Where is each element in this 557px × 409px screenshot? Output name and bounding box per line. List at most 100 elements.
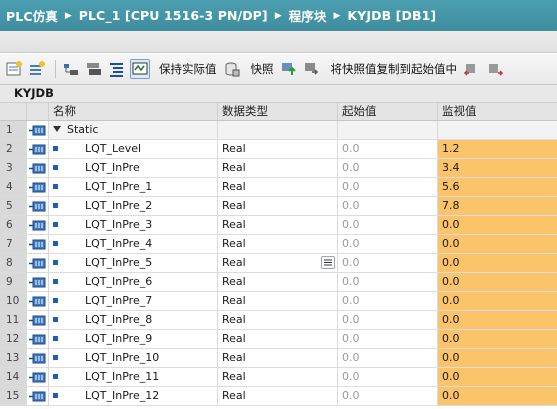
collapse-all-icon[interactable]	[84, 59, 104, 79]
monitor-value-cell[interactable]: 1.2	[438, 140, 557, 158]
table-row[interactable]: 14 LQT_InPre_11 Real 0.0 0.0	[0, 368, 557, 387]
table-row[interactable]: 11 LQT_InPre_8 Real 0.0 0.0	[0, 311, 557, 330]
breadcrumb-item-plc-sim[interactable]: PLC仿真	[6, 6, 58, 25]
name-cell[interactable]: LQT_InPre_1	[49, 178, 218, 196]
monitor-value-cell[interactable]: 0.0	[438, 254, 557, 272]
start-value-cell[interactable]: 0.0	[338, 159, 438, 177]
data-type-cell[interactable]	[218, 121, 338, 139]
row-number[interactable]: 5	[0, 197, 27, 215]
monitor-all-icon[interactable]	[130, 59, 150, 79]
column-header-type[interactable]: 数据类型	[218, 103, 338, 120]
row-number[interactable]: 10	[0, 292, 27, 310]
monitor-value-cell[interactable]: 3.4	[438, 159, 557, 177]
table-row[interactable]: 8 LQT_InPre_5 Real 0.0 0.0	[0, 254, 557, 273]
show-structure-icon[interactable]	[107, 59, 127, 79]
table-row[interactable]: 9 LQT_InPre_6 Real 0.0 0.0	[0, 273, 557, 292]
row-number[interactable]: 11	[0, 311, 27, 329]
table-row[interactable]: 13 LQT_InPre_10 Real 0.0 0.0	[0, 349, 557, 368]
table-row[interactable]: 12 LQT_InPre_9 Real 0.0 0.0	[0, 330, 557, 349]
data-type-cell[interactable]: Real	[218, 330, 338, 348]
data-type-cell[interactable]: Real	[218, 216, 338, 234]
data-type-cell[interactable]: Real	[218, 254, 338, 272]
column-header-monitor[interactable]: 监视值	[438, 103, 557, 120]
add-row-icon[interactable]	[27, 59, 47, 79]
monitor-value-cell[interactable]: 7.8	[438, 197, 557, 215]
name-cell[interactable]: LQT_InPre_10	[49, 349, 218, 367]
table-row[interactable]: 5 LQT_InPre_2 Real 0.0 7.8	[0, 197, 557, 216]
name-cell[interactable]: LQT_InPre_3	[49, 216, 218, 234]
insert-row-icon[interactable]	[4, 59, 24, 79]
table-row-static[interactable]: 1 Static	[0, 121, 557, 140]
table-row[interactable]: 6 LQT_InPre_3 Real 0.0 0.0	[0, 216, 557, 235]
column-header-start[interactable]: 起始值	[338, 103, 438, 120]
monitor-value-cell[interactable]: 0.0	[438, 292, 557, 310]
table-row[interactable]: 4 LQT_InPre_1 Real 0.0 5.6	[0, 178, 557, 197]
breadcrumb-item-db[interactable]: KYJDB [DB1]	[347, 8, 436, 23]
name-cell[interactable]: LQT_InPre_12	[49, 387, 218, 405]
monitor-value-cell[interactable]: 0.0	[438, 311, 557, 329]
monitor-value-cell[interactable]: 0.0	[438, 235, 557, 253]
start-value-cell[interactable]: 0.0	[338, 235, 438, 253]
row-number[interactable]: 15	[0, 387, 27, 405]
copy-snapshot-to-start-button[interactable]: 将快照值复制到起始值中	[331, 61, 458, 77]
row-number[interactable]: 9	[0, 273, 27, 291]
row-number[interactable]: 14	[0, 368, 27, 386]
row-number[interactable]: 6	[0, 216, 27, 234]
row-number[interactable]: 13	[0, 349, 27, 367]
data-type-cell[interactable]: Real	[218, 292, 338, 310]
name-cell[interactable]: LQT_InPre_6	[49, 273, 218, 291]
start-value-cell[interactable]: 0.0	[338, 216, 438, 234]
monitor-value-cell[interactable]: 0.0	[438, 368, 557, 386]
row-number[interactable]: 8	[0, 254, 27, 272]
data-type-cell[interactable]: Real	[218, 349, 338, 367]
monitor-value-cell[interactable]	[438, 121, 557, 139]
copy-snapshot-icon[interactable]	[302, 59, 322, 79]
start-value-cell[interactable]: 0.0	[338, 330, 438, 348]
start-value-cell[interactable]: 0.0	[338, 349, 438, 367]
table-row[interactable]: 15 LQT_InPre_12 Real 0.0 0.0	[0, 387, 557, 406]
name-cell[interactable]: LQT_InPre_4	[49, 235, 218, 253]
table-row[interactable]: 3 LQT_InPre Real 0.0 3.4	[0, 159, 557, 178]
column-header-name[interactable]: 名称	[49, 103, 218, 120]
load-start-values-icon[interactable]	[462, 59, 482, 79]
start-value-cell[interactable]: 0.0	[338, 140, 438, 158]
name-cell[interactable]: Static	[49, 121, 218, 139]
data-type-cell[interactable]: Real	[218, 387, 338, 405]
row-number[interactable]: 12	[0, 330, 27, 348]
start-value-cell[interactable]: 0.0	[338, 387, 438, 405]
load-snapshot-icon[interactable]	[279, 59, 299, 79]
monitor-value-cell[interactable]: 5.6	[438, 178, 557, 196]
breadcrumb-item-program-blocks[interactable]: 程序块	[289, 6, 327, 25]
start-value-cell[interactable]: 0.0	[338, 178, 438, 196]
monitor-value-cell[interactable]: 0.0	[438, 349, 557, 367]
start-value-cell[interactable]: 0.0	[338, 368, 438, 386]
monitor-value-cell[interactable]: 0.0	[438, 216, 557, 234]
table-row[interactable]: 10 LQT_InPre_7 Real 0.0 0.0	[0, 292, 557, 311]
start-value-cell[interactable]: 0.0	[338, 197, 438, 215]
snapshot-button[interactable]: 快照	[251, 61, 274, 77]
expand-all-icon[interactable]	[61, 59, 81, 79]
start-value-cell[interactable]	[338, 121, 438, 139]
keep-actual-values-button[interactable]: 保持实际值	[159, 61, 217, 77]
table-row[interactable]: 7 LQT_InPre_4 Real 0.0 0.0	[0, 235, 557, 254]
start-value-cell[interactable]: 0.0	[338, 273, 438, 291]
type-picker-button[interactable]	[321, 256, 335, 269]
row-number[interactable]: 1	[0, 121, 27, 139]
start-value-cell[interactable]: 0.0	[338, 254, 438, 272]
name-cell[interactable]: LQT_InPre_9	[49, 330, 218, 348]
name-cell[interactable]: LQT_InPre_8	[49, 311, 218, 329]
row-number[interactable]: 3	[0, 159, 27, 177]
row-number[interactable]: 2	[0, 140, 27, 158]
database-icon[interactable]	[222, 59, 242, 79]
data-type-cell[interactable]: Real	[218, 273, 338, 291]
breadcrumb-item-plc[interactable]: PLC_1 [CPU 1516-3 PN/DP]	[79, 8, 268, 23]
monitor-value-cell[interactable]: 0.0	[438, 387, 557, 405]
data-type-cell[interactable]: Real	[218, 368, 338, 386]
data-type-cell[interactable]: Real	[218, 178, 338, 196]
name-cell[interactable]: LQT_InPre_5	[49, 254, 218, 272]
monitor-value-cell[interactable]: 0.0	[438, 330, 557, 348]
start-value-cell[interactable]: 0.0	[338, 292, 438, 310]
data-type-cell[interactable]: Real	[218, 159, 338, 177]
data-type-cell[interactable]: Real	[218, 311, 338, 329]
load-values-icon[interactable]	[485, 59, 505, 79]
